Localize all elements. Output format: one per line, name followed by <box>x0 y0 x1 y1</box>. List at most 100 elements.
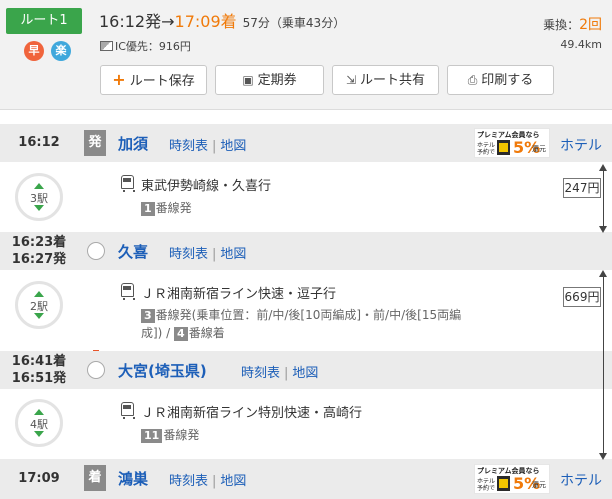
transfer-label: 乗換： <box>543 18 580 32</box>
stop-count: 2駅 <box>30 300 48 313</box>
platform-info: 11 番線発 <box>141 426 199 443</box>
map-link[interactable]: 地図 <box>292 366 318 381</box>
link-separator: | <box>212 247 217 262</box>
promo-line-2a: ホテル <box>477 142 496 149</box>
map-link[interactable]: 地図 <box>220 139 246 154</box>
platform-number: 3 <box>141 309 155 323</box>
transfer-count: 乗換：2回 <box>543 14 602 34</box>
promo-unit: 還元 <box>532 145 546 153</box>
station-time: 16:12 <box>18 135 60 150</box>
ic-card-icon <box>100 41 113 51</box>
link-separator: | <box>212 474 217 489</box>
premium-hotel-banner[interactable]: プレミアム会員なら ホテル 予約で 5% 還元 <box>474 128 550 158</box>
easiest-flag-icon: 楽 <box>51 41 71 61</box>
station-name[interactable]: 鴻巣 <box>118 468 148 489</box>
fare-segment-2: 669円 <box>563 287 601 307</box>
station-time: 17:09 <box>18 471 60 486</box>
tpoint-logo-icon <box>497 140 510 155</box>
map-link[interactable]: 地図 <box>220 474 246 489</box>
expand-up-icon <box>34 291 44 297</box>
fastest-flag-icon: 早 <box>24 41 44 61</box>
platform-number: 11 <box>141 429 163 443</box>
fare-text: IC優先：916円 <box>115 40 191 53</box>
platform-info: 3 番線発(乗車位置：前/中/後[10両編成]・前/中/後[15両編成]) / 4… <box>141 306 471 342</box>
station-row-omiya: 16:41着 16:51発 大宮(埼玉県) 時刻表 | 地図 <box>0 351 612 389</box>
stop-count-badge[interactable]: 4駅 <box>15 399 63 447</box>
platform-text: 番線発 <box>163 428 200 442</box>
station-name[interactable]: 加須 <box>118 133 148 154</box>
arrow-icon: → <box>161 12 175 31</box>
premium-hotel-banner[interactable]: プレミアム会員なら ホテル 予約で 5% 還元 <box>474 464 550 494</box>
route-summary-header: ルート1 早 楽 16:12発→17:09着 57分（乗車43分） IC優先：91… <box>0 0 612 110</box>
stop-count-badge[interactable]: 3駅 <box>15 173 63 221</box>
promo-line-2a: ホテル <box>477 478 496 485</box>
promo-line-2: ホテル 予約で <box>477 142 495 156</box>
total-fare: IC優先：916円 <box>100 38 191 54</box>
departure-tag: 発 <box>84 130 106 156</box>
fare-range-down-arrow-icon <box>599 226 607 233</box>
station-links: 時刻表 | 地図 <box>169 243 246 262</box>
station-arrival-time: 16:41着 <box>11 354 67 369</box>
train-icon <box>121 283 135 300</box>
hotel-link[interactable]: ホテル <box>560 470 602 490</box>
stop-count-badge[interactable]: 2駅 <box>15 281 63 329</box>
route-distance: 49.4km <box>560 38 602 51</box>
platform-info: 1 番線発 <box>141 199 192 216</box>
timetable-link[interactable]: 時刻表 <box>169 247 208 262</box>
train-line-name: ＪＲ湘南新宿ライン特別快速・高崎行 <box>141 406 363 421</box>
expand-up-icon <box>34 183 44 189</box>
train-icon <box>121 402 135 419</box>
promo-line-2: ホテル 予約で <box>477 478 495 492</box>
arrival-tag: 着 <box>84 465 106 491</box>
save-route-button[interactable]: + ルート保存 <box>100 65 207 95</box>
hotel-link[interactable]: ホテル <box>560 135 602 155</box>
segment-2: 2駅 ＪＲ湘南新宿ライン快速・逗子行 3 番線発(乗車位置：前/中/後[10両編成… <box>0 270 612 350</box>
printer-icon: ⎙ <box>467 73 478 87</box>
station-name[interactable]: 大宮(埼玉県) <box>118 360 207 381</box>
fare-range-line <box>603 170 604 228</box>
expand-down-icon <box>34 205 44 211</box>
station-links: 時刻表 | 地図 <box>169 135 246 154</box>
share-icon: ⇲ <box>345 73 357 87</box>
expand-down-icon <box>34 431 44 437</box>
station-row-kuki: 16:23着 16:27発 久喜 時刻表 | 地図 <box>0 232 612 270</box>
pass-card-icon: ▣ <box>242 73 254 87</box>
segment-1: 3駅 東武伊勢崎線・久喜行 1 番線発 <box>0 162 612 232</box>
arrival-platform-text: 番線着 <box>188 326 225 340</box>
transfer-node-icon <box>87 242 105 260</box>
promo-unit: 還元 <box>532 481 546 489</box>
save-route-label: ルート保存 <box>129 74 195 89</box>
share-route-button[interactable]: ⇲ ルート共有 <box>332 65 439 95</box>
tpoint-logo-icon <box>497 476 510 491</box>
platform-text: 番線発 <box>155 201 192 215</box>
fare-range-line <box>603 276 604 456</box>
link-separator: | <box>212 139 217 154</box>
map-link[interactable]: 地図 <box>220 247 246 262</box>
train-line-name: ＪＲ湘南新宿ライン快速・逗子行 <box>141 287 337 302</box>
stop-count: 3駅 <box>30 192 48 205</box>
commuter-pass-button[interactable]: ▣ 定期券 <box>215 65 324 95</box>
stop-count: 4駅 <box>30 418 48 431</box>
print-button[interactable]: ⎙ 印刷する <box>447 65 554 95</box>
timetable-link[interactable]: 時刻表 <box>169 139 208 154</box>
station-links: 時刻表 | 地図 <box>169 470 246 489</box>
arrival-platform-number: 4 <box>174 327 188 341</box>
fare-segment-1: 247円 <box>563 178 601 198</box>
departure-time: 16:12発 <box>99 12 162 31</box>
timetable-link[interactable]: 時刻表 <box>169 474 208 489</box>
print-label: 印刷する <box>481 73 534 88</box>
route-times: 16:12発→17:09着 57分（乗車43分） <box>99 8 345 32</box>
timetable-link[interactable]: 時刻表 <box>241 366 280 381</box>
train-icon <box>121 175 135 192</box>
promo-line-2b: 予約で <box>477 149 496 156</box>
share-route-label: ルート共有 <box>360 73 426 88</box>
station-departure-time: 16:51発 <box>11 371 67 386</box>
station-departure-time: 16:27発 <box>11 252 67 267</box>
station-arrival-time: 16:23着 <box>11 235 67 250</box>
arrival-time: 17:09着 <box>174 12 237 31</box>
route-number-badge[interactable]: ルート1 <box>6 8 82 34</box>
duration: 57分（乗車43分） <box>242 16 346 30</box>
train-line-name: 東武伊勢崎線・久喜行 <box>141 179 272 194</box>
expand-down-icon <box>34 313 44 319</box>
station-name[interactable]: 久喜 <box>118 241 148 262</box>
